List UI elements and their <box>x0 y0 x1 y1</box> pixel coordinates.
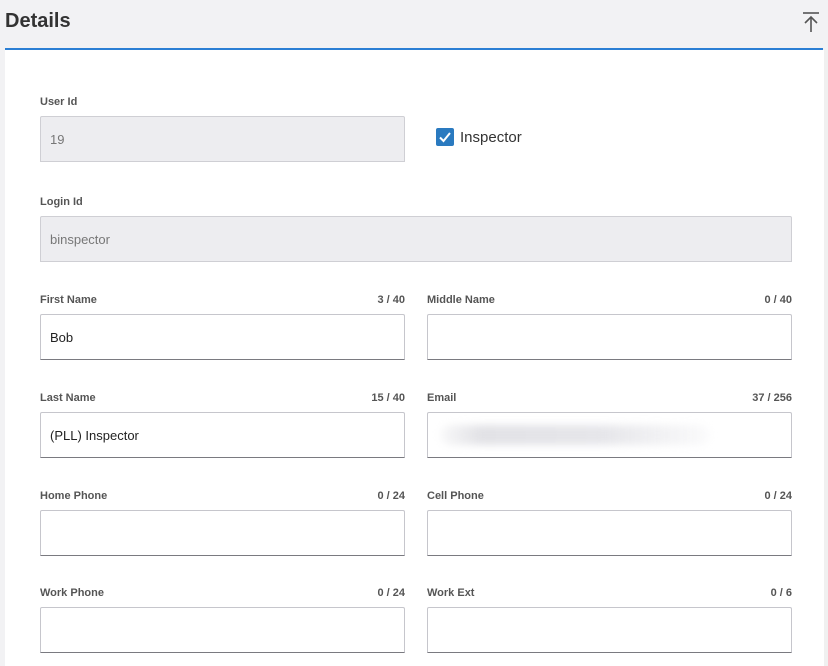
work-phone-field[interactable] <box>40 607 405 653</box>
cell-phone-input[interactable] <box>428 511 791 555</box>
middle-name-field[interactable] <box>427 314 792 360</box>
middle-name-label: Middle Name <box>427 294 495 306</box>
work-ext-field[interactable] <box>427 607 792 653</box>
login-id-input <box>41 217 791 261</box>
page-title: Details <box>5 10 71 32</box>
collapse-button[interactable] <box>799 8 823 36</box>
email-field[interactable] <box>427 412 792 458</box>
last-name-counter: 15 / 40 <box>371 392 405 404</box>
cell-phone-counter: 0 / 24 <box>764 490 792 502</box>
home-phone-counter: 0 / 24 <box>377 490 405 502</box>
work-phone-counter: 0 / 24 <box>377 587 405 599</box>
first-name-field[interactable] <box>40 314 405 360</box>
last-name-input[interactable] <box>41 413 404 457</box>
work-phone-label: Work Phone <box>40 587 104 599</box>
first-name-counter: 3 / 40 <box>377 294 405 306</box>
last-name-field[interactable] <box>40 412 405 458</box>
login-id-label: Login Id <box>40 196 83 208</box>
home-phone-field[interactable] <box>40 510 405 556</box>
work-ext-label: Work Ext <box>427 587 475 599</box>
login-id-field <box>40 216 792 262</box>
last-name-label: Last Name <box>40 392 96 404</box>
inspector-checkbox-row[interactable]: Inspector <box>436 128 522 146</box>
middle-name-counter: 0 / 40 <box>764 294 792 306</box>
inspector-label: Inspector <box>460 128 522 146</box>
user-id-input <box>41 117 404 161</box>
checkmark-icon <box>439 132 451 143</box>
first-name-input[interactable] <box>41 315 404 359</box>
details-header: Details <box>0 0 824 48</box>
first-name-label: First Name <box>40 294 97 306</box>
collapse-to-top-icon <box>803 12 819 32</box>
home-phone-input[interactable] <box>41 511 404 555</box>
user-id-field <box>40 116 405 162</box>
work-ext-input[interactable] <box>428 608 791 652</box>
scrollbar[interactable] <box>824 50 828 666</box>
cell-phone-field[interactable] <box>427 510 792 556</box>
email-counter: 37 / 256 <box>752 392 792 404</box>
email-input[interactable] <box>428 413 791 457</box>
work-phone-input[interactable] <box>41 608 404 652</box>
work-ext-counter: 0 / 6 <box>770 587 792 599</box>
user-id-label: User Id <box>40 96 78 108</box>
middle-name-input[interactable] <box>428 315 791 359</box>
inspector-checkbox[interactable] <box>436 128 454 146</box>
home-phone-label: Home Phone <box>40 490 108 502</box>
cell-phone-label: Cell Phone <box>427 490 484 502</box>
email-label: Email <box>427 392 457 404</box>
